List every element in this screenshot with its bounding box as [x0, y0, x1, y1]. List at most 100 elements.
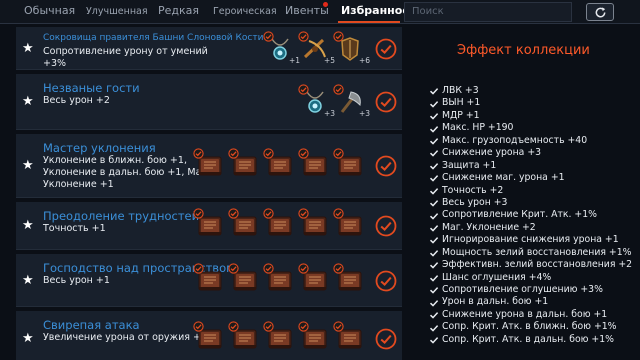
- check-icon: [429, 312, 439, 319]
- effect-text: Эффективн. зелий восстановления +2: [442, 259, 633, 271]
- tab-favorites[interactable]: Избранное: [341, 0, 410, 22]
- search-input[interactable]: Поиск: [404, 2, 572, 22]
- collection-item-slot[interactable]: [263, 148, 294, 180]
- collection-bonus: Увеличение урона от оружия +2%: [43, 332, 221, 344]
- effect-item: Сопр. Крит. Атк. в ближн. бою +1%: [429, 321, 640, 333]
- collection-bonus: Сопротивление урону от умений +3%: [43, 46, 221, 70]
- collection-item-slot[interactable]: [333, 321, 364, 353]
- collection-item-slot[interactable]: [228, 321, 259, 353]
- effect-text: Сопротивление Крит. Атк. +1%: [442, 209, 597, 221]
- effect-text: Сопр. Крит. Атк. в ближн. бою +1%: [442, 321, 617, 333]
- bonus-line: Точность +1: [43, 223, 106, 234]
- collection-row[interactable]: ★ Сокровища правителя Башни Слоновой Кост…: [16, 27, 402, 70]
- check-icon: [429, 100, 439, 108]
- collection-item-slot[interactable]: [298, 208, 329, 240]
- effect-item: Эффективн. зелий восстановления +2: [429, 259, 640, 271]
- tab-heroic[interactable]: Героическая: [213, 1, 277, 23]
- completed-check-icon: [375, 91, 397, 113]
- effect-item: Снижение урона в дальн. бою +1: [429, 309, 640, 321]
- refresh-button[interactable]: [586, 3, 614, 21]
- collection-item-slot[interactable]: [263, 208, 294, 240]
- favorite-star-icon[interactable]: ★: [22, 95, 34, 108]
- item-count: +5: [323, 56, 335, 65]
- collection-item-slot[interactable]: [193, 208, 224, 240]
- check-icon: [429, 200, 439, 207]
- tab-improved[interactable]: Улучшенная: [86, 1, 148, 23]
- effect-text: Маг. Уклонение +2: [442, 221, 536, 233]
- owned-check-icon: [193, 208, 204, 219]
- favorite-star-icon[interactable]: ★: [22, 159, 34, 172]
- check-icon: [429, 175, 439, 182]
- effect-text: ЛВК +3: [442, 85, 479, 96]
- owned-check-icon: [263, 263, 274, 274]
- check-icon: [429, 324, 439, 332]
- tab-common[interactable]: Обычная: [24, 0, 75, 22]
- collection-item-slot[interactable]: [228, 263, 259, 295]
- effect-text: Сопр. Крит. Атк. в дальн. бою +1%: [442, 333, 614, 345]
- effect-item: Игнорирование снижения урона +1: [429, 234, 640, 246]
- effect-item: Макс. НР +190: [429, 122, 640, 134]
- bonus-line: Увеличение урона от оружия +2%: [43, 332, 217, 343]
- effect-item: Снижение урона +3: [429, 147, 640, 159]
- collection-row[interactable]: ★ Свирепая атака Увеличение урона от оружи…: [16, 311, 402, 360]
- effect-item: Шанс оглушения +4%: [429, 272, 640, 284]
- favorite-star-icon[interactable]: ★: [22, 274, 34, 287]
- favorite-star-icon[interactable]: ★: [22, 42, 34, 55]
- collection-item-slot[interactable]: [193, 321, 224, 353]
- collection-item-slot[interactable]: [228, 148, 259, 180]
- owned-check-icon: [298, 84, 309, 95]
- collection-item-slot[interactable]: +3: [333, 84, 370, 118]
- top-tab-bar: Обычная Улучшенная Редкая Героическая Ив…: [0, 0, 640, 24]
- collection-row[interactable]: ★ Мастер уклонения Уклонение в ближн. бою …: [16, 134, 402, 198]
- owned-check-icon: [228, 321, 239, 332]
- owned-check-icon: [333, 84, 344, 95]
- collection-item-slot[interactable]: +6: [333, 31, 370, 65]
- favorite-star-icon[interactable]: ★: [22, 332, 34, 345]
- effect-text: Урон в дальн. бою +1: [442, 296, 549, 308]
- completed-check-icon: [375, 38, 397, 60]
- collection-item-slot[interactable]: [263, 321, 294, 353]
- owned-check-icon: [298, 321, 309, 332]
- owned-check-icon: [298, 208, 309, 219]
- effect-item: Сопр. Крит. Атк. в дальн. бою +1%: [429, 334, 640, 346]
- collection-bonus: Весь урон +2: [43, 95, 221, 107]
- collection-row[interactable]: ★ Господство над пространством Весь урон +…: [16, 254, 402, 307]
- effect-item: ЛВК +3: [429, 85, 640, 97]
- effect-text: Мощность зелий восстановления +1%: [442, 246, 632, 258]
- check-icon: [429, 88, 439, 95]
- favorite-star-icon[interactable]: ★: [22, 219, 34, 232]
- collection-item-slot[interactable]: [193, 263, 224, 295]
- owned-check-icon: [263, 321, 274, 332]
- collection-item-slot[interactable]: [298, 148, 329, 180]
- collection-item-slot[interactable]: [333, 208, 364, 240]
- check-icon: [429, 337, 439, 344]
- collection-item-slot[interactable]: [193, 148, 224, 180]
- tab-rare[interactable]: Редкая: [158, 0, 199, 22]
- check-icon: [429, 138, 439, 145]
- collection-item-slot[interactable]: [263, 263, 294, 295]
- collection-item-slot[interactable]: +3: [298, 84, 335, 118]
- effect-item: МДР +1: [429, 110, 640, 122]
- owned-check-icon: [193, 148, 204, 159]
- effect-item: ВЫН +1: [429, 97, 640, 109]
- completed-check-icon: [375, 155, 397, 177]
- collection-item-slot[interactable]: +5: [298, 31, 335, 65]
- refresh-icon: [595, 7, 606, 18]
- collection-list[interactable]: ★ Сокровища правителя Башни Слоновой Кост…: [16, 27, 402, 360]
- effect-item: Защита +1: [429, 160, 640, 172]
- effect-item: Сопротивление Крит. Атк. +1%: [429, 209, 640, 221]
- effect-text: МДР +1: [442, 109, 480, 121]
- collection-item-slot[interactable]: [333, 263, 364, 295]
- collection-item-slot[interactable]: [298, 263, 329, 295]
- collection-row[interactable]: ★ Незваные гости Весь урон +2 +3 +3: [16, 74, 402, 130]
- collection-row[interactable]: ★ Преодоление трудностей Точность +1: [16, 202, 402, 250]
- effect-text: Игнорирование снижения урона +1: [442, 234, 619, 246]
- collection-item-slot[interactable]: +1: [263, 31, 300, 65]
- collection-item-slot[interactable]: [298, 321, 329, 353]
- collection-title: Преодоление трудностей: [43, 209, 200, 223]
- effect-text: Снижение урона +3: [442, 147, 542, 159]
- effect-text: ВЫН +1: [442, 97, 481, 109]
- collection-item-slot[interactable]: [228, 208, 259, 240]
- check-icon: [429, 262, 439, 270]
- collection-item-slot[interactable]: [333, 148, 364, 180]
